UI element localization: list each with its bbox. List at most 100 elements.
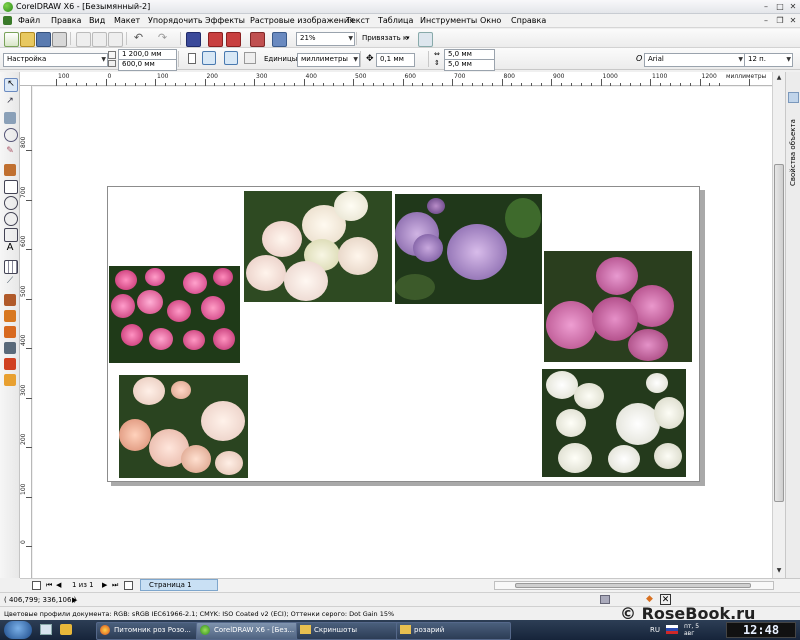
rectangle-tool-icon[interactable] bbox=[4, 180, 18, 194]
clock[interactable]: 12:48 bbox=[726, 622, 796, 638]
polygon-tool-icon[interactable] bbox=[4, 212, 18, 226]
menu-effects[interactable]: Эффекты bbox=[205, 15, 245, 27]
welcome-screen-icon[interactable] bbox=[272, 32, 287, 47]
rose-photo-peach[interactable] bbox=[119, 375, 248, 478]
maximize-button[interactable]: □ bbox=[774, 1, 786, 12]
prev-page-icon[interactable]: ◀ bbox=[56, 580, 61, 590]
doc-minimize-button[interactable]: – bbox=[760, 15, 772, 26]
taskbar-item-screenshots[interactable]: Скриншоты bbox=[296, 622, 411, 640]
color-profiles-text[interactable]: Цветовые профили документа: RGB: sRGB IE… bbox=[4, 608, 394, 620]
docker-tab[interactable]: Свойства объекта bbox=[788, 108, 799, 188]
eyedropper-tool-icon[interactable] bbox=[4, 342, 16, 354]
connector-tool-icon[interactable] bbox=[4, 294, 16, 306]
start-button[interactable] bbox=[4, 621, 32, 639]
import-icon[interactable] bbox=[208, 32, 223, 47]
page-preset-select[interactable]: Настройка ▼ bbox=[3, 53, 108, 67]
doc-close-button[interactable]: ✕ bbox=[787, 15, 799, 26]
explorer-quick-icon[interactable] bbox=[60, 624, 72, 635]
horizontal-scrollbar[interactable] bbox=[494, 581, 774, 590]
menu-tools[interactable]: Инструменты bbox=[420, 15, 477, 27]
menu-arrange[interactable]: Упорядочить bbox=[148, 15, 203, 27]
text-tool-icon[interactable]: A bbox=[4, 242, 16, 254]
drawing-page[interactable] bbox=[107, 186, 700, 482]
rose-photo-pink-cluster[interactable] bbox=[109, 266, 240, 363]
open-icon[interactable] bbox=[20, 32, 35, 47]
shadow-tool-icon[interactable] bbox=[4, 310, 16, 322]
chevron-right-icon[interactable]: ▶ bbox=[72, 594, 77, 606]
landscape-icon[interactable] bbox=[202, 51, 216, 65]
undo-icon[interactable]: ↶ bbox=[132, 32, 145, 45]
paste-icon[interactable] bbox=[108, 32, 123, 47]
menu-table[interactable]: Таблица bbox=[378, 15, 413, 27]
scroll-down-icon[interactable]: ▼ bbox=[774, 566, 784, 576]
first-page-icon[interactable]: ⏮ bbox=[46, 580, 52, 590]
language-indicator[interactable]: RU bbox=[650, 624, 660, 636]
pick-tool-icon[interactable]: ↖ bbox=[4, 78, 18, 92]
horizontal-scroll-thumb[interactable] bbox=[515, 583, 751, 588]
font-select[interactable]: Arial ▼ bbox=[644, 53, 745, 67]
all-pages-icon[interactable] bbox=[224, 51, 238, 65]
add-page-after-icon[interactable] bbox=[124, 581, 133, 590]
menu-file[interactable]: Файл bbox=[18, 15, 40, 27]
rose-photo-magenta[interactable] bbox=[544, 251, 692, 362]
horizontal-ruler[interactable]: 100 0 100 200 300 400 500 600 700 800 900 1000 1100 1… bbox=[20, 72, 772, 86]
export-icon[interactable] bbox=[226, 32, 241, 47]
close-button[interactable]: ✕ bbox=[787, 1, 799, 12]
nudge-field[interactable]: 0,1 мм bbox=[376, 53, 415, 67]
shape-tool-icon[interactable]: ↗ bbox=[4, 96, 16, 108]
publish-pdf-icon[interactable] bbox=[250, 32, 265, 47]
object-properties-icon[interactable] bbox=[788, 92, 799, 103]
smart-fill-icon[interactable] bbox=[4, 164, 16, 176]
zoom-select[interactable]: 21% ▼ bbox=[296, 32, 355, 46]
search-content-icon[interactable] bbox=[186, 32, 201, 47]
crop-tool-icon[interactable] bbox=[4, 112, 16, 124]
rose-photo-lilac[interactable] bbox=[395, 194, 542, 304]
options-icon[interactable] bbox=[418, 32, 433, 47]
vertical-ruler[interactable]: 800 700 600 500 400 300 200 100 0 bbox=[20, 86, 32, 578]
freehand-tool-icon[interactable]: ✎ bbox=[4, 146, 16, 158]
menu-view[interactable]: Вид bbox=[89, 15, 105, 27]
fill-tool-icon[interactable] bbox=[4, 374, 16, 386]
zoom-tool-icon[interactable] bbox=[4, 128, 18, 142]
menu-text[interactable]: Текст bbox=[346, 15, 370, 27]
font-size-select[interactable]: 12 п. ▼ bbox=[744, 53, 793, 67]
add-page-icon[interactable] bbox=[32, 581, 41, 590]
vertical-scroll-thumb[interactable] bbox=[774, 164, 784, 502]
transparency-tool-icon[interactable] bbox=[4, 326, 16, 338]
dimension-tool-icon[interactable]: ⟋ bbox=[4, 276, 16, 288]
table-tool-icon[interactable] bbox=[4, 260, 18, 274]
vertical-scrollbar[interactable]: ▲ ▼ bbox=[772, 72, 785, 578]
menu-layout[interactable]: Макет bbox=[114, 15, 140, 27]
menu-edit[interactable]: Правка bbox=[51, 15, 81, 27]
rose-photo-white[interactable] bbox=[542, 369, 686, 477]
redo-icon[interactable]: ↷ bbox=[156, 32, 169, 45]
rose-photo-cream[interactable] bbox=[244, 191, 392, 302]
minimize-button[interactable]: – bbox=[760, 1, 772, 12]
taskbar-item-rosarium[interactable]: розарий bbox=[396, 622, 511, 640]
taskbar-item-browser[interactable]: Питомник роз Розо... bbox=[96, 622, 211, 640]
units-select[interactable]: миллиметры ▼ bbox=[297, 53, 360, 67]
taskbar-item-coreldraw[interactable]: CorelDRAW X6 - [Без... bbox=[196, 622, 311, 640]
menu-help[interactable]: Справка bbox=[511, 15, 546, 27]
page-tab[interactable]: Страница 1 bbox=[140, 579, 218, 591]
doc-menu-icon[interactable] bbox=[3, 16, 12, 25]
doc-restore-button[interactable]: ❐ bbox=[774, 15, 786, 26]
copy-icon[interactable] bbox=[92, 32, 107, 47]
print-icon[interactable] bbox=[52, 32, 67, 47]
outline-tool-icon[interactable] bbox=[4, 358, 16, 370]
cut-icon[interactable] bbox=[76, 32, 91, 47]
next-page-icon[interactable]: ▶ bbox=[102, 580, 107, 590]
new-icon[interactable] bbox=[4, 32, 19, 47]
last-page-icon[interactable]: ⏭ bbox=[112, 580, 118, 590]
page-height-field[interactable]: 600,0 мм bbox=[118, 59, 177, 71]
menu-bitmaps[interactable]: Растровые изображения bbox=[250, 15, 354, 27]
menu-window[interactable]: Окно bbox=[480, 15, 501, 27]
scroll-up-icon[interactable]: ▲ bbox=[774, 73, 784, 83]
save-icon[interactable] bbox=[36, 32, 51, 47]
basic-shapes-icon[interactable] bbox=[4, 228, 18, 242]
show-desktop-icon[interactable] bbox=[40, 624, 52, 635]
dup-y-field[interactable]: 5,0 мм bbox=[444, 59, 495, 71]
ellipse-tool-icon[interactable] bbox=[4, 196, 18, 210]
portrait-icon[interactable] bbox=[188, 53, 196, 64]
current-page-icon[interactable] bbox=[244, 52, 256, 64]
